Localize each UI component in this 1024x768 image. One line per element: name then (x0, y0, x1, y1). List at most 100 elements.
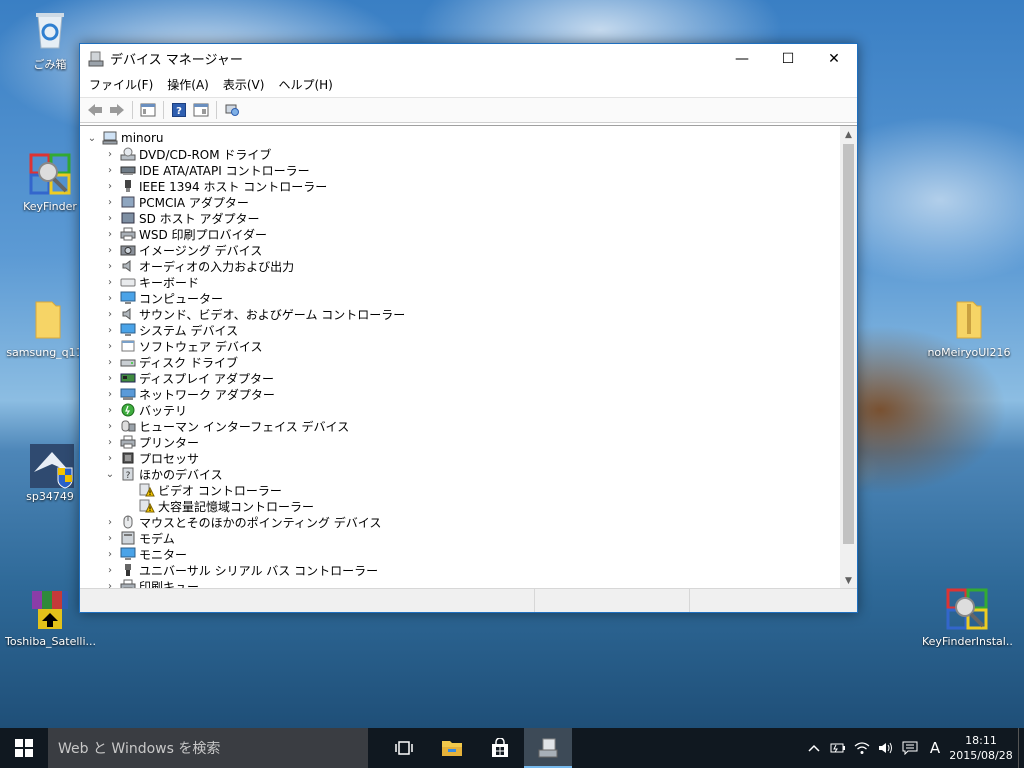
tree-category-node[interactable]: › バッテリ (80, 402, 840, 418)
tree-category-node[interactable]: › IEEE 1394 ホスト コントローラー (80, 178, 840, 194)
action-center-icon[interactable] (898, 728, 922, 768)
wifi-icon[interactable] (850, 728, 874, 768)
chevron-right-icon[interactable]: › (104, 306, 116, 322)
tree-category-node[interactable]: › ネットワーク アダプター (80, 386, 840, 402)
keyfinder-icon (28, 152, 72, 196)
tree-category-node[interactable]: › ソフトウェア デバイス (80, 338, 840, 354)
chevron-up-icon[interactable] (802, 728, 826, 768)
scan-hardware-icon[interactable] (221, 99, 243, 121)
computer-root-icon (102, 131, 118, 145)
back-icon[interactable] (84, 99, 106, 121)
power-icon[interactable] (826, 728, 850, 768)
chevron-right-icon[interactable]: › (104, 402, 116, 418)
chevron-down-icon[interactable]: ⌄ (104, 466, 116, 482)
tree-category-node[interactable]: › ヒューマン インターフェイス デバイス (80, 418, 840, 434)
show-hidden-icon[interactable] (190, 99, 212, 121)
forward-icon[interactable] (106, 99, 128, 121)
tree-device-node[interactable]: ビデオ コントローラー (80, 482, 840, 498)
maximize-button[interactable]: ☐ (765, 44, 811, 73)
clock[interactable]: 18:11 2015/08/28 (948, 733, 1014, 763)
minimize-button[interactable]: — (719, 44, 765, 73)
chevron-right-icon[interactable]: › (104, 226, 116, 242)
desktop-icon-nomeiryoui[interactable]: noMeiryoUI216 (924, 298, 1014, 359)
chevron-down-icon[interactable]: ⌄ (86, 130, 98, 146)
search-input[interactable]: Web と Windows を検索 (48, 728, 368, 768)
tree-category-node[interactable]: › イメージング デバイス (80, 242, 840, 258)
menu-file[interactable]: ファイル(F) (82, 74, 160, 96)
device-tree-pane[interactable]: ⌄ minoru › DVD/CD-ROM ドライブ › IDE ATA/ATAPI コン… (80, 125, 857, 588)
tree-category-node[interactable]: › サウンド、ビデオ、およびゲーム コントローラー (80, 306, 840, 322)
tree-category-node[interactable]: › PCMCIA アダプター (80, 194, 840, 210)
recycle-bin-icon (28, 8, 72, 52)
chevron-right-icon[interactable]: › (104, 178, 116, 194)
scroll-up-icon[interactable]: ▲ (840, 126, 857, 143)
tree-category-node[interactable]: › ディスプレイ アダプター (80, 370, 840, 386)
tree-category-node[interactable]: › キーボード (80, 274, 840, 290)
tree-category-node[interactable]: › コンピューター (80, 290, 840, 306)
chevron-right-icon[interactable]: › (104, 578, 116, 589)
tree-category-node[interactable]: › SD ホスト アダプター (80, 210, 840, 226)
tree-category-node[interactable]: › ユニバーサル シリアル バス コントローラー (80, 562, 840, 578)
tree-category-node[interactable]: › プリンター (80, 434, 840, 450)
task-view-icon[interactable] (380, 728, 428, 768)
chevron-right-icon[interactable]: › (104, 162, 116, 178)
tree-category-node[interactable]: › オーディオの入力および出力 (80, 258, 840, 274)
chevron-right-icon[interactable]: › (104, 290, 116, 306)
desktop-icon-keyfinder-installer[interactable]: KeyFinderInstal... (922, 587, 1012, 648)
chevron-right-icon[interactable]: › (104, 370, 116, 386)
menu-action[interactable]: 操作(A) (160, 74, 216, 96)
tree-category-node[interactable]: › システム デバイス (80, 322, 840, 338)
chevron-right-icon[interactable]: › (104, 418, 116, 434)
help-icon[interactable]: ? (168, 99, 190, 121)
chevron-right-icon[interactable]: › (104, 514, 116, 530)
volume-icon[interactable] (874, 728, 898, 768)
scrollbar-thumb[interactable] (843, 144, 854, 544)
device-manager-icon (538, 738, 558, 758)
properties-view-icon[interactable] (137, 99, 159, 121)
chevron-right-icon[interactable]: › (104, 338, 116, 354)
tree-category-node[interactable]: › WSD 印刷プロバイダー (80, 226, 840, 242)
chevron-right-icon[interactable]: › (104, 258, 116, 274)
menu-help[interactable]: ヘルプ(H) (271, 74, 339, 96)
chevron-right-icon[interactable]: › (104, 194, 116, 210)
ime-indicator[interactable]: A (922, 728, 948, 768)
tree-device-node[interactable]: 大容量記憶域コントローラー (80, 498, 840, 514)
show-desktop-button[interactable] (1018, 728, 1024, 768)
chevron-right-icon[interactable]: › (104, 242, 116, 258)
title-bar[interactable]: デバイス マネージャー — ☐ ✕ (80, 44, 857, 73)
menu-view[interactable]: 表示(V) (216, 74, 272, 96)
tree-category-node[interactable]: ⌄? ほかのデバイス (80, 466, 840, 482)
keyfinder-icon (945, 587, 989, 631)
tree-category-node[interactable]: › モデム (80, 530, 840, 546)
chevron-right-icon[interactable]: › (104, 434, 116, 450)
ide-controller-icon (120, 163, 136, 177)
tree-item-label: ディスプレイ アダプター (139, 371, 274, 386)
chevron-right-icon[interactable]: › (104, 562, 116, 578)
chevron-right-icon[interactable]: › (104, 386, 116, 402)
chevron-right-icon[interactable]: › (104, 146, 116, 162)
close-button[interactable]: ✕ (811, 44, 857, 73)
chevron-right-icon[interactable]: › (104, 530, 116, 546)
pcmcia-icon (120, 195, 136, 209)
tree-category-node[interactable]: › ディスク ドライブ (80, 354, 840, 370)
tree-category-node[interactable]: › マウスとそのほかのポインティング デバイス (80, 514, 840, 530)
start-button[interactable] (0, 728, 48, 768)
vertical-scrollbar[interactable]: ▲ ▼ (840, 126, 857, 588)
chevron-right-icon[interactable]: › (104, 322, 116, 338)
chevron-right-icon[interactable]: › (104, 450, 116, 466)
store-icon[interactable] (476, 728, 524, 768)
tree-root-node[interactable]: ⌄ minoru (80, 130, 840, 146)
tree-category-node[interactable]: › DVD/CD-ROM ドライブ (80, 146, 840, 162)
tree-category-node[interactable]: › 印刷キュー (80, 578, 840, 588)
tree-category-node[interactable]: › プロセッサ (80, 450, 840, 466)
device-manager-taskbar-button[interactable] (524, 728, 572, 768)
file-explorer-icon[interactable] (428, 728, 476, 768)
chevron-right-icon[interactable]: › (104, 354, 116, 370)
system-tray: A 18:11 2015/08/28 (802, 728, 1024, 768)
tree-category-node[interactable]: › モニター (80, 546, 840, 562)
chevron-right-icon[interactable]: › (104, 210, 116, 226)
chevron-right-icon[interactable]: › (104, 274, 116, 290)
scroll-down-icon[interactable]: ▼ (840, 572, 857, 588)
chevron-right-icon[interactable]: › (104, 546, 116, 562)
tree-category-node[interactable]: › IDE ATA/ATAPI コントローラー (80, 162, 840, 178)
